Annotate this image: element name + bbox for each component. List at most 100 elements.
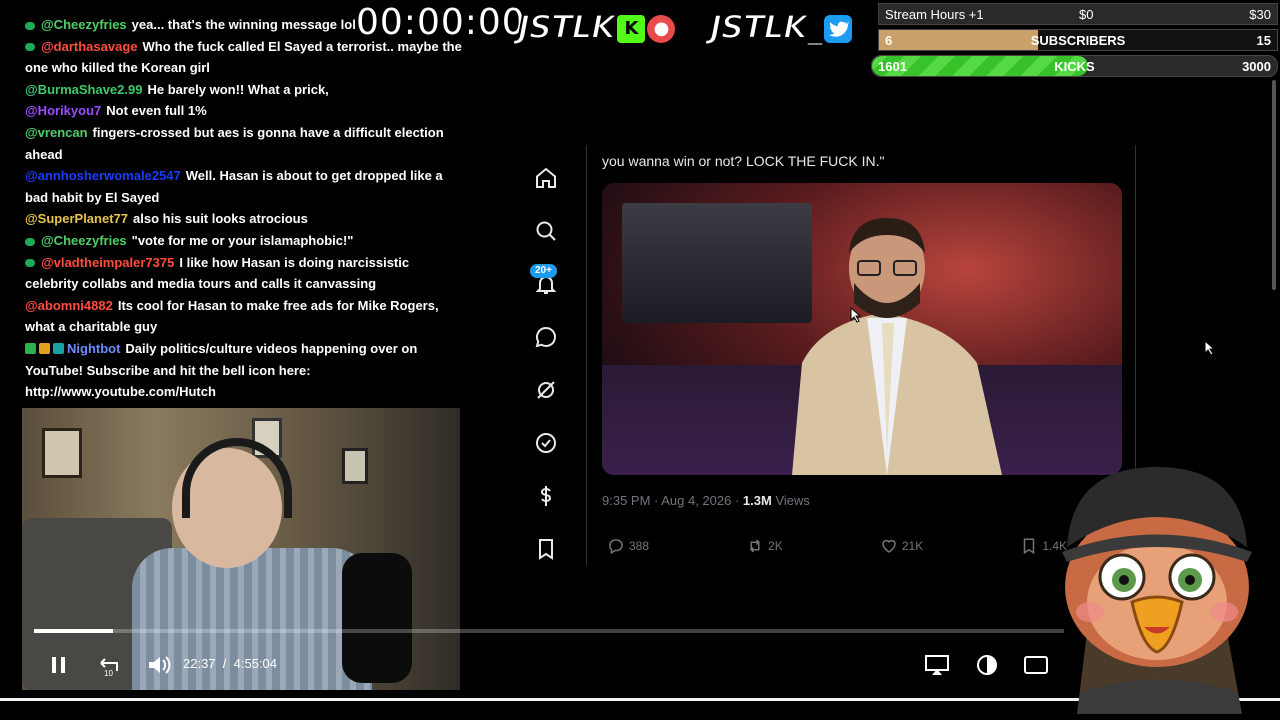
chat-message: @abomni4882 Its cool for Hasan to make fr… [25, 295, 465, 338]
wall-frame [342, 448, 368, 484]
chat-username[interactable]: @vladtheimpaler7375 [41, 255, 174, 270]
mouse-cursor [1204, 340, 1216, 356]
contrast-button[interactable] [973, 651, 1001, 679]
verified-icon[interactable] [528, 425, 564, 461]
reply-icon [609, 539, 623, 555]
chat-username[interactable]: @vrencan [25, 125, 88, 140]
captions-icon [1024, 656, 1048, 674]
chat-message: @vladtheimpaler7375 I like how Hasan is d… [25, 252, 465, 295]
chat-message: @Cheezyfries "vote for me or your islamap… [25, 230, 465, 252]
chat-username[interactable]: @Horikyou7 [25, 103, 101, 118]
mouse-cursor [850, 307, 862, 323]
chat-text: also his suit looks atrocious [133, 211, 308, 227]
chat-username[interactable]: @darthasavage [41, 39, 138, 54]
bell-icon[interactable]: 20+ [528, 264, 564, 302]
captions-button[interactable] [1022, 651, 1050, 679]
seek-bar-fill [34, 629, 114, 633]
chat-message: @vrencan fingers-crossed but aes is gonna… [25, 122, 465, 165]
goal-label: SUBSCRIBERS [1030, 33, 1126, 48]
airplay-button[interactable] [923, 651, 951, 679]
chat-text: He barely won!! What a prick, [147, 81, 329, 97]
repost-button[interactable]: 2K [746, 537, 783, 555]
repost-icon [750, 539, 760, 553]
kick-logo-text: JSTLK [517, 7, 617, 47]
twitter-logo-text: JSTLK_ [709, 7, 824, 47]
x-sidebar-nav: 20+ [528, 160, 564, 584]
chat-text: "vote for me or your islamaphobic!" [131, 232, 354, 248]
tweet-actions: 388 2K 21K 1.4K [607, 537, 1067, 555]
reply-button[interactable]: 388 [607, 537, 649, 555]
subscriber-badge-icon [25, 21, 35, 30]
volume-icon [149, 656, 171, 674]
chat-username[interactable]: @annhosherwomale2547 [25, 168, 181, 183]
airplay-icon [925, 655, 949, 675]
owl-mascot [1062, 467, 1252, 714]
chat-username[interactable]: @BurmaShave2.99 [25, 82, 142, 97]
tweet-time: 9:35 PM · Aug 4, 2026 · [602, 493, 743, 508]
chat-text: yea... that's the winning message lol [131, 17, 356, 32]
chat-username[interactable]: @SuperPlanet77 [25, 211, 128, 226]
like-count: 21K [901, 539, 924, 553]
contrast-icon [977, 655, 997, 675]
goal-target: $30 [1249, 7, 1271, 22]
goal-target: 15 [1256, 33, 1271, 48]
bot-badge-icon [53, 342, 64, 354]
subscriber-badge-icon [25, 43, 35, 52]
pause-button[interactable] [45, 651, 73, 679]
tweet-views-label: Views [771, 493, 810, 508]
rewind-10-icon: 10 [100, 658, 118, 678]
notification-badge: 20+ [530, 264, 557, 278]
chat-username[interactable]: @Cheezyfries [41, 233, 127, 248]
like-button[interactable]: 21K [880, 537, 923, 555]
goal-bars: Stream Hours +1 $0 $30 6 SUBSCRIBERS 15 … [871, 3, 1278, 81]
current-time: 22:37 [183, 656, 216, 671]
heart-icon [882, 539, 896, 553]
chat-overlay: @Cheezyfries yea... that's the winning me… [25, 14, 465, 403]
grok-icon[interactable] [528, 372, 564, 408]
reply-count: 388 [629, 539, 650, 553]
money-icon[interactable] [528, 478, 564, 514]
chat-message: @BurmaShave2.99 He barely won!! What a pr… [25, 79, 465, 101]
goal-target: 3000 [1242, 59, 1271, 74]
chat-username[interactable]: Nightbot [67, 341, 120, 356]
time-readout: 22:37 / 4:55:04 [183, 656, 277, 671]
chat-username[interactable]: @Cheezyfries [41, 17, 127, 32]
chat-message: @Horikyou7 Not even full 1% [25, 100, 465, 122]
chat-username[interactable]: @abomni4882 [25, 298, 113, 313]
seek-bar[interactable] [34, 629, 1064, 633]
duration: 4:55:04 [233, 656, 278, 671]
tweet-meta: 9:35 PM · Aug 4, 2026 · 1.3M Views [602, 493, 810, 508]
chat-message: Nightbot Daily politics/culture videos ha… [25, 338, 465, 403]
tweet-text: you wanna win or not? LOCK THE FUCK IN." [602, 153, 885, 169]
chat-message: @SuperPlanet77 also his suit looks atroci… [25, 208, 465, 230]
twitter-bird-icon [823, 15, 852, 43]
goal-kicks: 1601 KICKS 3000 [871, 55, 1278, 77]
rewind-10-button[interactable]: 10 [95, 651, 123, 679]
page-scrollbar[interactable] [1272, 80, 1276, 290]
home-icon[interactable] [528, 160, 564, 196]
subscriber-badge-icon [25, 259, 35, 268]
bookmark-icon [1024, 538, 1035, 555]
volume-button[interactable] [144, 651, 172, 679]
tweet-video[interactable] [602, 183, 1122, 475]
chat-message: @annhosherwomale2547 Well. Hasan is about… [25, 165, 465, 208]
twitter-logo: JSTLK_ [709, 7, 852, 47]
record-icon: ● [646, 15, 675, 43]
goal-stream-hours: Stream Hours +1 $0 $30 [878, 3, 1278, 25]
goal-label: Stream Hours +1 [885, 7, 984, 22]
bookmark-icon[interactable] [528, 531, 564, 567]
chat-text: Not even full 1% [106, 103, 207, 119]
wall-frame [42, 428, 82, 478]
search-icon[interactable] [528, 213, 564, 249]
kick-icon: K [616, 15, 645, 43]
pause-icon [52, 657, 65, 673]
goal-label: KICKS [1054, 59, 1095, 74]
video-person [792, 218, 1002, 475]
tweet-views-count: 1.3M [742, 493, 772, 508]
bot-badge-icon [25, 342, 36, 354]
chat-icon[interactable] [528, 319, 564, 355]
svg-text:10: 10 [104, 669, 113, 678]
time-separator: / [222, 656, 227, 671]
stream-timer: 00:00:00 [356, 2, 526, 43]
repost-count: 2K [768, 539, 783, 553]
